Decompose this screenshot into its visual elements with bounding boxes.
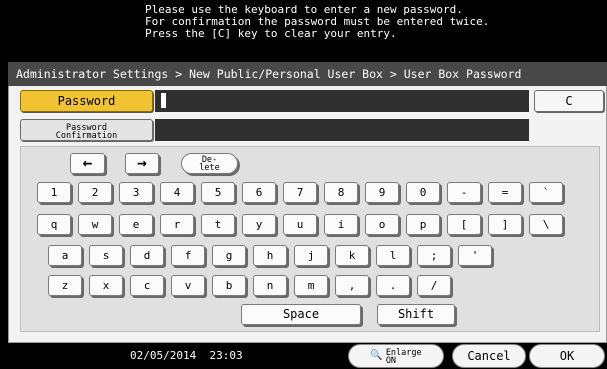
key-row4-7[interactable]: , bbox=[335, 275, 369, 296]
key-row3-9[interactable]: ; bbox=[417, 245, 451, 266]
delete-label-line-2: lete bbox=[199, 163, 220, 173]
key-row2-7[interactable]: i bbox=[324, 214, 358, 235]
key-row1-8[interactable]: 9 bbox=[365, 182, 399, 203]
key-row4-4[interactable]: b bbox=[212, 275, 246, 296]
key-row4-2[interactable]: c bbox=[130, 275, 164, 296]
key-row3-6[interactable]: j bbox=[294, 245, 328, 266]
key-row4-5[interactable]: n bbox=[253, 275, 287, 296]
cancel-button[interactable]: Cancel bbox=[452, 344, 526, 368]
key-row2-0[interactable]: q bbox=[37, 214, 71, 235]
key-row4-9[interactable]: / bbox=[417, 275, 451, 296]
enlarge-label-line-2: ON bbox=[385, 356, 397, 366]
key-row3-5[interactable]: h bbox=[253, 245, 287, 266]
key-row3-0[interactable]: a bbox=[48, 245, 82, 266]
magnifier-icon: 🔍 bbox=[370, 350, 383, 361]
date-text: 02/05/2014 bbox=[130, 349, 197, 362]
key-row4-6[interactable]: m bbox=[294, 275, 328, 296]
key-row3-7[interactable]: k bbox=[335, 245, 369, 266]
text-cursor bbox=[161, 93, 166, 108]
key-row3-8[interactable]: l bbox=[376, 245, 410, 266]
key-row3-4[interactable]: g bbox=[212, 245, 246, 266]
key-row1-1[interactable]: 2 bbox=[78, 182, 112, 203]
key-row2-6[interactable]: u bbox=[283, 214, 317, 235]
key-row1-10[interactable]: - bbox=[447, 182, 481, 203]
key-row3-10[interactable]: ' bbox=[458, 245, 492, 266]
right-arrow-key[interactable]: → bbox=[125, 153, 159, 174]
message-line-3: Press the [C] key to clear your entry. bbox=[145, 27, 397, 40]
breadcrumb: Administrator Settings > New Public/Pers… bbox=[8, 62, 607, 86]
key-row2-12[interactable]: \ bbox=[529, 214, 563, 235]
instruction-message: Please use the keyboard to enter a new p… bbox=[131, 0, 607, 56]
key-row3-1[interactable]: s bbox=[89, 245, 123, 266]
key-row1-6[interactable]: 7 bbox=[283, 182, 317, 203]
password-tab-button[interactable]: Password bbox=[20, 90, 153, 112]
key-row4-8[interactable]: . bbox=[376, 275, 410, 296]
password-field[interactable] bbox=[155, 90, 529, 112]
key-row1-9[interactable]: 0 bbox=[406, 182, 440, 203]
left-arrow-key[interactable]: ← bbox=[70, 153, 105, 174]
key-row2-11[interactable]: ] bbox=[488, 214, 522, 235]
key-row2-8[interactable]: o bbox=[365, 214, 399, 235]
clear-button[interactable]: C bbox=[534, 90, 604, 112]
key-row4-0[interactable]: z bbox=[48, 275, 82, 296]
password-confirmation-field[interactable] bbox=[155, 119, 529, 141]
key-row1-11[interactable]: = bbox=[488, 182, 522, 203]
key-row1-5[interactable]: 6 bbox=[242, 182, 276, 203]
password-confirmation-tab-button[interactable]: Password Confirmation bbox=[20, 119, 153, 141]
key-row2-2[interactable]: e bbox=[119, 214, 153, 235]
key-row2-1[interactable]: w bbox=[78, 214, 112, 235]
enlarge-label: Enlarge ON bbox=[385, 345, 422, 366]
key-row2-9[interactable]: p bbox=[406, 214, 440, 235]
key-row2-4[interactable]: t bbox=[201, 214, 235, 235]
key-row1-12[interactable]: ` bbox=[529, 182, 563, 203]
key-row2-3[interactable]: r bbox=[160, 214, 194, 235]
key-row2-5[interactable]: y bbox=[242, 214, 276, 235]
key-row3-2[interactable]: d bbox=[130, 245, 164, 266]
header-left-area bbox=[0, 0, 131, 56]
ok-button[interactable]: OK bbox=[529, 344, 605, 368]
key-row1-3[interactable]: 4 bbox=[160, 182, 194, 203]
key-row4-1[interactable]: x bbox=[89, 275, 123, 296]
key-row1-0[interactable]: 1 bbox=[37, 182, 71, 203]
space-key[interactable]: Space bbox=[241, 304, 361, 325]
confirmation-label-line-2: Confirmation bbox=[55, 131, 118, 141]
key-row1-4[interactable]: 5 bbox=[201, 182, 235, 203]
date-time: 02/05/2014 23:03 bbox=[130, 349, 243, 363]
key-row2-10[interactable]: [ bbox=[447, 214, 481, 235]
enlarge-display-button[interactable]: 🔍 Enlarge ON bbox=[348, 344, 444, 368]
key-row1-2[interactable]: 3 bbox=[119, 182, 153, 203]
key-row3-3[interactable]: f bbox=[171, 245, 205, 266]
key-row4-3[interactable]: v bbox=[171, 275, 205, 296]
delete-key[interactable]: De-lete bbox=[181, 153, 238, 174]
time-text: 23:03 bbox=[209, 349, 243, 362]
key-row1-7[interactable]: 8 bbox=[324, 182, 358, 203]
shift-key[interactable]: Shift bbox=[377, 304, 455, 325]
